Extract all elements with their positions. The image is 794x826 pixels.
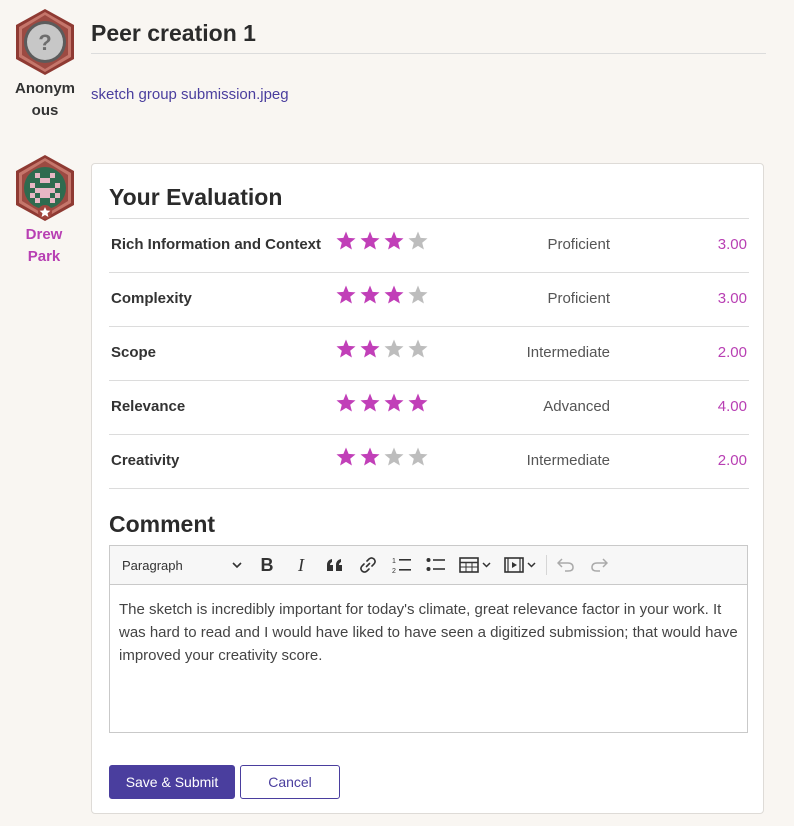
star-filled-icon[interactable]: [407, 392, 429, 414]
attachment-link[interactable]: sketch group submission.jpeg: [91, 86, 289, 103]
editor-toolbar: Paragraph B I 1 2: [110, 546, 747, 585]
quote-icon: [327, 559, 342, 571]
svg-text:1: 1: [392, 558, 396, 565]
star-filled-icon[interactable]: [335, 338, 357, 360]
criterion-level: Intermediate: [526, 452, 610, 469]
criterion-row: Rich Information and Context Proficient 3.…: [109, 218, 749, 272]
criterion-name: Relevance: [111, 398, 186, 415]
format-select[interactable]: Paragraph: [122, 546, 242, 584]
star-rating[interactable]: [335, 392, 429, 414]
numbered-list-button[interactable]: 1 2: [391, 546, 413, 584]
star-filled-icon[interactable]: [359, 392, 381, 414]
star-rating[interactable]: [335, 230, 429, 252]
numbered-list-icon: 1 2: [392, 558, 411, 574]
comment-editor: Paragraph B I 1 2 The sketch is incredib…: [109, 545, 748, 733]
link-icon: [360, 557, 376, 573]
toolbar-separator: [546, 555, 547, 575]
star-filled-icon[interactable]: [335, 230, 357, 252]
table-icon: [459, 557, 491, 573]
title-divider: [91, 53, 766, 54]
italic-button[interactable]: I: [290, 546, 312, 584]
star-empty-icon[interactable]: [407, 338, 429, 360]
criterion-name: Scope: [111, 344, 157, 361]
star-rating[interactable]: [335, 284, 429, 306]
evaluation-card: Your Evaluation Rich Information and Con…: [91, 163, 764, 814]
media-icon: [504, 557, 536, 573]
star-rating[interactable]: [335, 446, 429, 468]
criterion-score: 3.00: [717, 236, 747, 253]
undo-icon: [557, 558, 574, 572]
star-filled-icon[interactable]: [383, 230, 405, 252]
criterion-level: Proficient: [547, 290, 610, 307]
criterion-level: Proficient: [547, 236, 610, 253]
blockquote-button[interactable]: [324, 546, 346, 584]
star-filled-icon[interactable]: [383, 392, 405, 414]
anonymous-avatar: ?: [14, 8, 76, 76]
criterion-score: 4.00: [717, 398, 747, 415]
star-filled-icon[interactable]: [359, 338, 381, 360]
star-empty-icon[interactable]: [383, 446, 405, 468]
redo-button[interactable]: [588, 546, 610, 584]
evaluator-avatar: [14, 154, 76, 222]
page-title: Peer creation 1: [91, 20, 256, 46]
criterion-row: Complexity Proficient 3.00: [109, 272, 749, 326]
criterion-score: 3.00: [717, 290, 747, 307]
evaluator-name[interactable]: Drew Park: [9, 224, 79, 268]
svg-text:2: 2: [392, 568, 396, 574]
save-submit-button[interactable]: Save & Submit: [109, 765, 235, 799]
criterion-row: Scope Intermediate 2.00: [109, 326, 749, 380]
criterion-score: 2.00: [717, 344, 747, 361]
author-name: Anonym ous: [15, 80, 75, 119]
star-filled-icon[interactable]: [383, 284, 405, 306]
format-select-value: Paragraph: [122, 557, 183, 573]
table-button[interactable]: [459, 546, 495, 584]
criterion-level: Advanced: [543, 398, 610, 415]
star-filled-icon[interactable]: [335, 446, 357, 468]
star-empty-icon[interactable]: [407, 284, 429, 306]
bullet-list-icon: [426, 558, 445, 571]
undo-button[interactable]: [555, 546, 577, 584]
star-filled-icon[interactable]: [335, 392, 357, 414]
bold-button[interactable]: B: [256, 546, 278, 584]
star-filled-icon[interactable]: [359, 446, 381, 468]
comment-textarea[interactable]: The sketch is incredibly important for t…: [110, 585, 747, 680]
criterion-name: Creativity: [111, 452, 180, 469]
criterion-row: Creativity Intermediate 2.00: [109, 434, 749, 489]
criterion-name: Complexity: [111, 290, 192, 307]
comment-heading: Comment: [109, 511, 216, 537]
criterion-score: 2.00: [717, 452, 747, 469]
media-button[interactable]: [504, 546, 540, 584]
question-mark-icon: ?: [38, 30, 51, 55]
star-empty-icon[interactable]: [407, 446, 429, 468]
star-filled-icon[interactable]: [359, 230, 381, 252]
bold-icon: B: [260, 554, 274, 575]
criterion-name: Rich Information and Context: [111, 236, 321, 253]
evaluation-heading: Your Evaluation: [109, 184, 283, 210]
star-empty-icon[interactable]: [383, 338, 405, 360]
evaluation-table: Rich Information and Context Proficient 3.…: [109, 218, 749, 489]
bullet-list-button[interactable]: [425, 546, 447, 584]
italic-icon: I: [298, 554, 304, 575]
star-filled-icon[interactable]: [359, 284, 381, 306]
star-rating[interactable]: [335, 338, 429, 360]
link-button[interactable]: [357, 546, 379, 584]
star-filled-icon[interactable]: [335, 284, 357, 306]
chevron-down-icon: [232, 562, 242, 569]
criterion-row: Relevance Advanced 4.00: [109, 380, 749, 434]
criterion-level: Intermediate: [526, 344, 610, 361]
redo-icon: [591, 558, 608, 572]
cancel-button[interactable]: Cancel: [240, 765, 340, 799]
star-empty-icon[interactable]: [407, 230, 429, 252]
